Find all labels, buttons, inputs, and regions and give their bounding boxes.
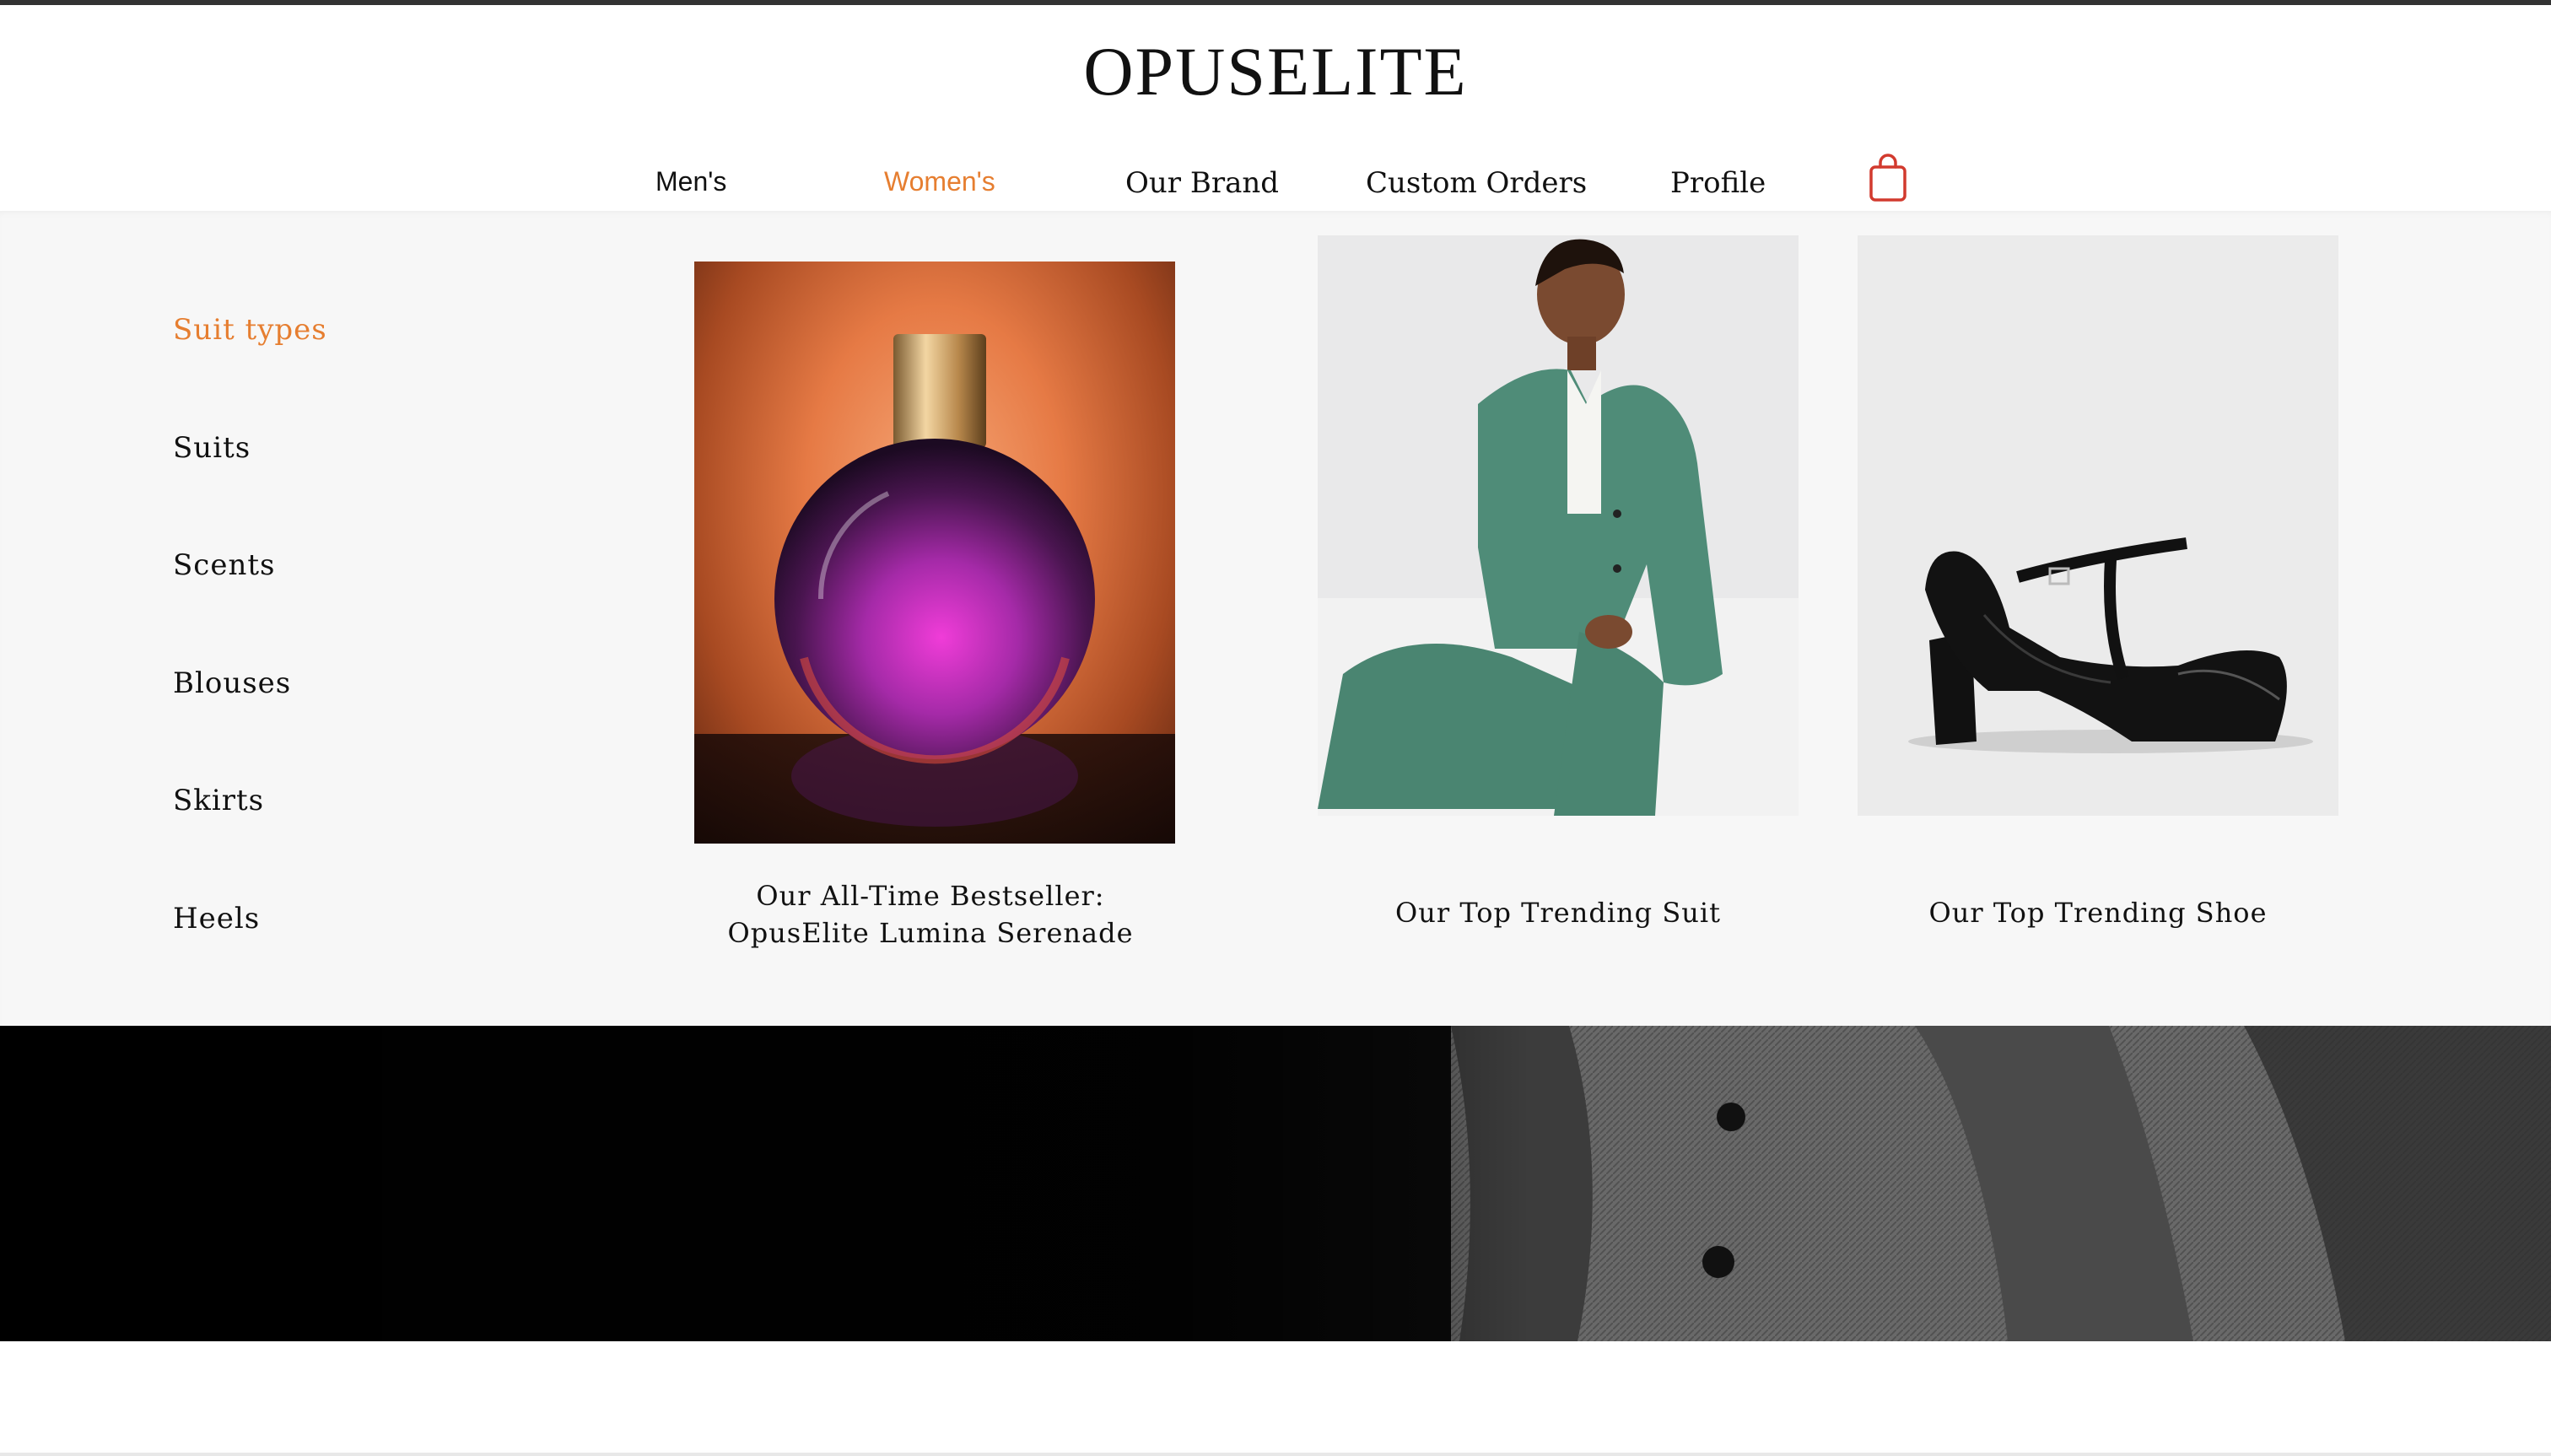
perfume-caption[interactable]: Our All-Time Bestseller: OpusElite Lumin… <box>669 877 1192 952</box>
nav-item-custom-orders[interactable]: Custom Orders <box>1366 162 1587 204</box>
hero-banner-suit <box>0 1026 2551 1341</box>
nav-item-mens[interactable]: Men's <box>655 160 726 202</box>
featured-card-shoe: Our Top Trending Shoe <box>1858 211 2338 970</box>
perfume-caption-line1: Our All-Time Bestseller: <box>756 880 1105 912</box>
shoe-caption[interactable]: Our Top Trending Shoe <box>1836 894 2360 931</box>
nav-item-womens[interactable]: Women's <box>884 160 995 202</box>
nav-item-profile[interactable]: Profile <box>1670 162 1766 204</box>
category-suit-types[interactable]: Suit types <box>173 309 327 351</box>
perfume-image[interactable] <box>694 262 1175 844</box>
shopping-bag-icon[interactable] <box>1868 154 1908 202</box>
category-skirts[interactable]: Skirts <box>173 779 264 822</box>
main-nav: Men's Women's Our Brand Custom Orders Pr… <box>0 143 2551 219</box>
suit-image[interactable] <box>1318 235 1799 816</box>
category-scents[interactable]: Scents <box>173 544 275 586</box>
brand-logo[interactable]: OPUSELITE <box>0 32 2551 111</box>
top-border <box>0 0 2551 5</box>
featured-card-suit: Our Top Trending Suit <box>1318 211 1799 970</box>
featured-card-perfume: Our All-Time Bestseller: OpusElite Lumin… <box>694 211 1175 970</box>
womens-mega-menu: Suit types Suits Scents Blouses Skirts H… <box>0 211 2551 1026</box>
perfume-caption-line2: OpusElite Lumina Serenade <box>727 917 1134 949</box>
category-blouses[interactable]: Blouses <box>173 662 291 704</box>
shoe-image[interactable] <box>1858 235 2338 816</box>
suit-caption[interactable]: Our Top Trending Suit <box>1297 894 1820 931</box>
category-suits[interactable]: Suits <box>173 427 251 469</box>
nav-item-our-brand[interactable]: Our Brand <box>1125 162 1279 204</box>
bottom-border <box>0 1453 2551 1456</box>
category-heels[interactable]: Heels <box>173 898 260 940</box>
